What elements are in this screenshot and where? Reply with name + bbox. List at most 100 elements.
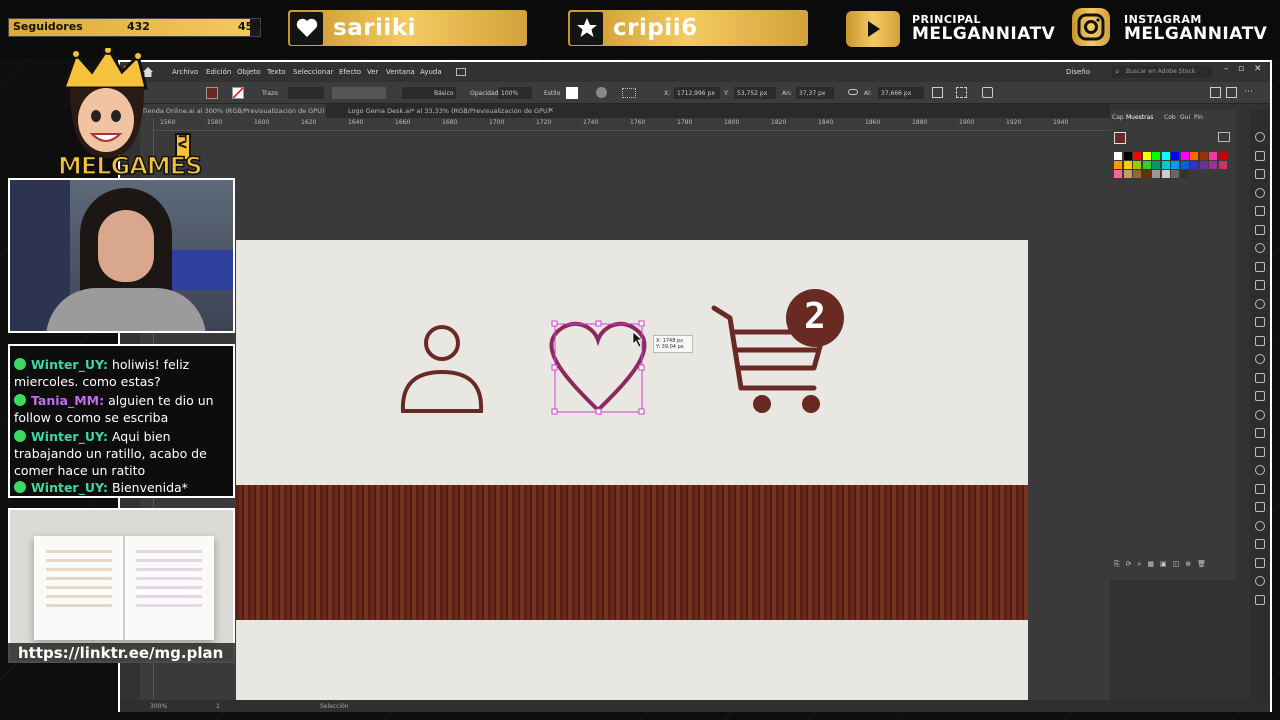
linktree-link[interactable]: https://linktr.ee/mg.plan [8,643,235,663]
zoom-level[interactable]: 300% [150,703,167,710]
workspace-switcher[interactable]: Diseño [1066,68,1090,76]
panel-dock-icon[interactable] [1255,243,1265,253]
color-swatch[interactable] [1190,161,1198,169]
minimize-button[interactable]: – [1224,64,1229,74]
color-swatch[interactable] [1114,152,1122,160]
menu-texto[interactable]: Texto [267,68,285,76]
arrange-docs-icon[interactable] [1210,87,1221,98]
menu-ver[interactable]: Ver [367,68,378,76]
panel-dock-icon[interactable] [1255,150,1265,161]
x-field[interactable]: 1712,996 px [674,87,720,99]
panel-dock-icon[interactable] [1255,187,1265,198]
color-swatch[interactable] [1218,161,1227,169]
panel-tab-swatches[interactable]: Muestras [1126,114,1153,121]
color-swatch[interactable] [1171,152,1179,160]
panel-dock-icon[interactable] [1255,520,1265,531]
color-swatch[interactable] [1180,161,1189,169]
color-swatch[interactable] [1152,152,1160,160]
color-swatch[interactable] [1114,161,1122,169]
panel-dock-icon[interactable] [1255,298,1265,309]
color-swatch[interactable] [1180,152,1189,160]
panel-dock-icon[interactable] [1255,372,1265,383]
panel-dock-icon[interactable] [1255,354,1265,364]
panel-dock-icon[interactable] [1255,317,1265,327]
panel-dock-icon[interactable] [1255,557,1265,568]
fill-color-swatch[interactable] [206,87,218,99]
panel-dock-icon[interactable] [1255,132,1265,142]
color-swatch[interactable] [1114,170,1122,178]
panel-dock-icon[interactable] [1255,409,1265,420]
panel-dock-icon[interactable] [1255,335,1265,346]
y-field[interactable]: 53,752 px [734,87,776,99]
panel-dock-icon[interactable] [1255,280,1265,290]
color-swatch[interactable] [1161,170,1170,178]
color-swatch[interactable] [1142,152,1151,160]
constrain-link-icon[interactable] [848,89,858,95]
menu-ayuda[interactable]: Ayuda [420,68,442,76]
color-swatch[interactable] [1161,152,1170,160]
align-icon[interactable] [622,88,636,98]
transform-icon[interactable] [932,87,943,98]
more-options-icon[interactable]: ⋯ [1244,87,1253,97]
menu-efecto[interactable]: Efecto [339,68,361,76]
color-swatch[interactable] [1199,152,1208,160]
color-swatch[interactable] [1152,161,1160,169]
color-swatch[interactable] [1142,161,1151,169]
opacity-field[interactable]: 100% [498,87,532,99]
recolor-icon[interactable] [596,87,607,98]
color-swatch[interactable] [1133,161,1141,169]
panel-dock-icon[interactable] [1255,224,1265,235]
panel-toggle-icon[interactable] [1226,87,1237,98]
stroke-color-swatch[interactable] [232,87,244,99]
panel-dock-icon[interactable] [1255,391,1265,401]
panel-tab-pin[interactable]: Pin [1194,114,1203,121]
swatch-view-icon[interactable] [1218,132,1230,142]
workspace-grid-icon[interactable] [456,68,466,76]
panel-dock-icon[interactable] [1255,446,1265,457]
panel-tab-cob[interactable]: Cob [1164,114,1176,121]
color-swatch[interactable] [1199,161,1208,169]
variable-width-field[interactable] [332,87,386,99]
menu-seleccionar[interactable]: Seleccionar [293,68,334,76]
color-swatch[interactable] [1123,152,1132,160]
style-swatch[interactable] [566,87,578,99]
color-swatch[interactable] [1218,152,1227,160]
color-swatch[interactable] [1133,170,1141,178]
color-swatch[interactable] [1171,161,1179,169]
panel-footer-icons[interactable]: ⎘⟳⌕▦▣◫⊕🗑 [1114,560,1232,570]
color-swatch[interactable] [1209,161,1217,169]
color-swatch[interactable] [1209,152,1217,160]
isolate-icon[interactable] [956,87,967,98]
panel-dock-icon[interactable] [1255,261,1265,272]
panel-tab-cap[interactable]: Cap [1112,114,1124,121]
color-swatch[interactable] [1171,170,1179,178]
color-swatch[interactable] [1142,170,1151,178]
panel-dock-icon[interactable] [1255,502,1265,512]
artboard-number[interactable]: 1 [216,703,220,710]
maximize-button[interactable]: ▫ [1238,64,1244,74]
artboard[interactable]: 2 X: 1748 px Y: 39,04 px [236,240,1028,702]
color-swatch[interactable] [1133,152,1141,160]
color-swatch[interactable] [1123,170,1132,178]
menu-objeto[interactable]: Objeto [237,68,260,76]
panel-dock-icon[interactable] [1255,594,1265,605]
active-fill-swatch[interactable] [1114,132,1126,144]
panel-tab-gui[interactable]: Gui [1180,114,1190,121]
panel-dock-icon[interactable] [1255,206,1265,216]
arrange-icon[interactable] [982,87,993,98]
menu-ventana[interactable]: Ventana [386,68,415,76]
panel-dock-icon[interactable] [1255,539,1265,549]
brush-field[interactable]: Básico [402,87,456,99]
width-field[interactable]: 37,37 px [796,87,834,99]
panel-dock-icon[interactable] [1255,169,1265,179]
stroke-weight-field[interactable] [288,87,324,99]
panel-dock-icon[interactable] [1255,483,1265,494]
canvas-area[interactable]: 2 X: 1748 px Y: 39,04 px [154,132,1110,702]
panel-dock-icon[interactable] [1255,428,1265,438]
color-swatch[interactable] [1152,170,1160,178]
color-swatch[interactable] [1161,161,1170,169]
menu-edicion[interactable]: Edición [206,68,231,76]
color-swatch[interactable] [1123,161,1132,169]
close-button[interactable]: ✕ [1254,64,1262,74]
color-swatch[interactable] [1190,152,1198,160]
